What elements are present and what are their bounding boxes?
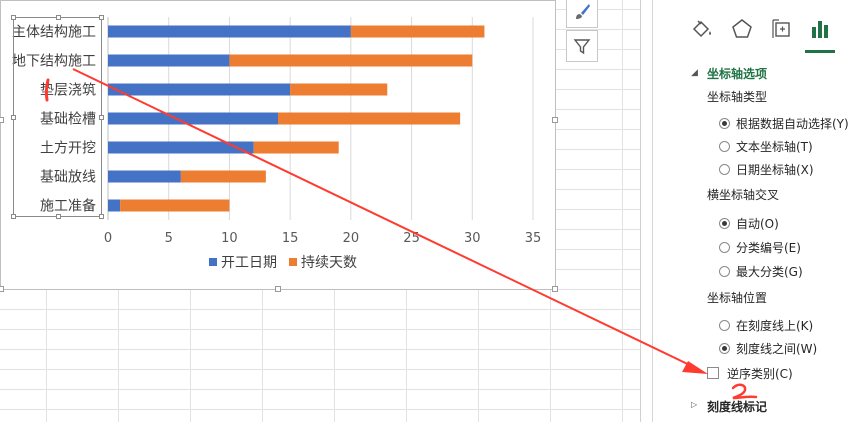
legend-swatch (289, 258, 297, 266)
category-label: 基础放线 (40, 169, 96, 186)
radio-icon (719, 241, 730, 253)
radio-position-on-tick[interactable]: 在刻度线上(K) (719, 317, 813, 333)
legend-label: 持续天数 (301, 254, 357, 271)
fill-line-icon (692, 20, 711, 38)
bar-start (108, 199, 121, 212)
collapse-triangle-icon: ▷ (691, 400, 698, 409)
size-properties-icon (772, 19, 790, 38)
resize-handle-right[interactable] (552, 117, 558, 123)
radio-icon (719, 265, 730, 277)
active-tab-indicator (805, 50, 835, 53)
category-label: 主体结构施工 (12, 25, 96, 41)
category-label: 基础检槽 (40, 111, 96, 128)
bar-duration (120, 199, 230, 212)
format-axis-pane: ◢ 坐标轴选项 坐标轴类型 根据数据自动选择(Y) 文本坐标轴(T) 日期坐标轴… (652, 0, 855, 422)
effects-pentagon-icon (732, 19, 752, 38)
cross-label: 横坐标轴交叉 (707, 188, 780, 202)
radio-cross-auto[interactable]: 自动(O) (719, 215, 779, 231)
x-tick-label: 30 (464, 231, 481, 246)
bar-duration (229, 54, 473, 67)
bar-start (108, 170, 181, 183)
expand-triangle-icon: ◢ (691, 68, 698, 78)
pane-divider (640, 0, 641, 422)
bar-start (108, 112, 278, 125)
category-label: 施工准备 (40, 198, 96, 215)
bar-chart: 0 5 10 15 20 25 30 35 主体结构施工地下结构施工垫层浇筑基础检槽土方开挖基础… (12, 17, 542, 271)
x-tick-label: 20 (343, 231, 360, 246)
radio-selected-icon (719, 117, 730, 129)
checkbox-icon (707, 367, 719, 379)
radio-cross-max-category[interactable]: 最大分类(G) (719, 263, 803, 279)
radio-cross-category-number[interactable]: 分类编号(E) (719, 239, 801, 255)
legend-swatch (209, 258, 217, 266)
category-label: 垫层浇筑 (40, 83, 96, 99)
radio-selected-icon (719, 217, 730, 229)
bar-start (108, 141, 254, 154)
category-label: 土方开挖 (40, 141, 96, 157)
bar-duration (290, 83, 388, 96)
pane-tabs (653, 8, 855, 53)
axis-type-label: 坐标轴类型 (707, 90, 768, 104)
category-label: 地下结构施工 (12, 54, 96, 70)
legend-label: 开工日期 (221, 255, 277, 271)
radio-position-between-tick[interactable]: 刻度线之间(W) (719, 340, 817, 356)
x-tick-label: 10 (221, 231, 238, 246)
radio-icon (719, 140, 730, 152)
tab-effects[interactable] (727, 14, 757, 44)
bar-start (108, 83, 291, 96)
checkbox-reverse-order[interactable]: 逆序类别(C) (707, 365, 793, 381)
chart-filters-button[interactable] (566, 30, 598, 62)
bar-duration (350, 25, 485, 38)
resize-handle-bottom[interactable] (275, 286, 281, 292)
resize-handle-left[interactable] (0, 117, 4, 123)
position-label: 坐标轴位置 (707, 291, 768, 305)
radio-selected-icon (719, 342, 730, 354)
tab-axis-options[interactable] (805, 14, 835, 44)
radio-axis-type-text[interactable]: 文本坐标轴(T) (719, 138, 813, 154)
bar-duration (278, 112, 461, 125)
axis-options-bar-icon (812, 21, 828, 38)
x-tick-label: 15 (282, 231, 299, 246)
section-axis-options[interactable]: 坐标轴选项 (707, 65, 767, 82)
section-tick-marks[interactable]: 刻度线标记 (707, 398, 767, 415)
chart-area[interactable]: 0 5 10 15 20 25 30 35 主体结构施工 地下结构施工垫层浇筑基础检槽土方开挖基础… (0, 0, 558, 292)
radio-axis-type-date[interactable]: 日期坐标轴(X) (719, 161, 814, 177)
tab-fill-line[interactable] (687, 14, 717, 44)
bar-duration (180, 170, 266, 183)
bar-start (108, 54, 230, 67)
resize-handle-bottom-left[interactable] (0, 286, 4, 292)
tab-size-properties[interactable] (767, 14, 797, 44)
funnel-icon (573, 39, 591, 55)
x-tick-label: 0 (104, 231, 112, 246)
bar-start (108, 25, 351, 38)
x-tick-label: 5 (165, 231, 173, 246)
chart-styles-button[interactable] (566, 0, 598, 28)
x-tick-label: 25 (403, 231, 420, 246)
bar-duration (253, 141, 339, 154)
brush-icon (576, 4, 590, 19)
radio-icon (719, 163, 730, 175)
radio-axis-type-auto[interactable]: 根据数据自动选择(Y) (719, 115, 849, 131)
x-tick-label: 35 (525, 231, 542, 246)
radio-icon (719, 319, 730, 331)
resize-handle-bottom-right[interactable] (552, 286, 558, 292)
